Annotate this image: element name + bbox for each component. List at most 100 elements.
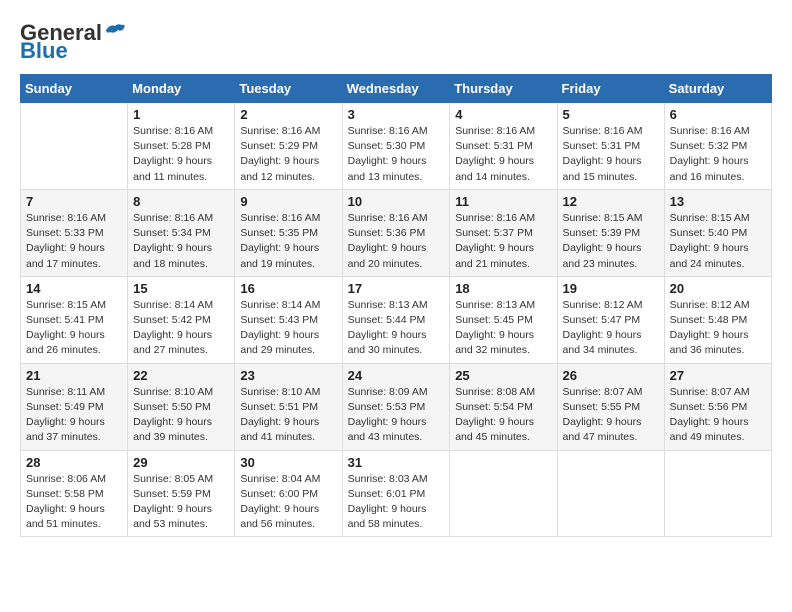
day-info: Sunrise: 8:16 AMSunset: 5:28 PMDaylight:… — [133, 124, 229, 185]
calendar-cell: 15 Sunrise: 8:14 AMSunset: 5:42 PMDayligh… — [128, 276, 235, 363]
logo-blue-text: Blue — [20, 38, 68, 64]
day-info: Sunrise: 8:11 AMSunset: 5:49 PMDaylight:… — [26, 385, 122, 446]
day-number: 2 — [240, 107, 336, 122]
day-number: 9 — [240, 194, 336, 209]
day-number: 8 — [133, 194, 229, 209]
calendar-week-row: 28Sunrise: 8:06 AMSunset: 5:58 PMDayligh… — [21, 450, 772, 537]
day-number: 5 — [563, 107, 659, 122]
day-info: Sunrise: 8:05 AMSunset: 5:59 PMDaylight:… — [133, 472, 229, 533]
day-info: Sunrise: 8:15 AMSunset: 5:39 PMDaylight:… — [563, 211, 659, 272]
day-info: Sunrise: 8:13 AMSunset: 5:45 PMDaylight:… — [455, 298, 551, 359]
day-number: 1 — [133, 107, 229, 122]
day-info: Sunrise: 8:14 AMSunset: 5:42 PMDaylight:… — [133, 298, 229, 359]
day-number: 13 — [670, 194, 766, 209]
day-number: 20 — [670, 281, 766, 296]
calendar-cell: 19 Sunrise: 8:12 AMSunset: 5:47 PMDayligh… — [557, 276, 664, 363]
calendar-cell: 1 Sunrise: 8:16 AMSunset: 5:28 PMDaylight… — [128, 103, 235, 190]
calendar-cell: 8 Sunrise: 8:16 AMSunset: 5:34 PMDaylight… — [128, 189, 235, 276]
day-number: 22 — [133, 368, 229, 383]
calendar-cell: 28Sunrise: 8:06 AMSunset: 5:58 PMDayligh… — [21, 450, 128, 537]
calendar-cell: 16Sunrise: 8:14 AMSunset: 5:43 PMDayligh… — [235, 276, 342, 363]
calendar-cell: 29 Sunrise: 8:05 AMSunset: 5:59 PMDayligh… — [128, 450, 235, 537]
weekday-header: Saturday — [664, 75, 771, 103]
day-number: 3 — [348, 107, 445, 122]
weekday-header: Friday — [557, 75, 664, 103]
day-info: Sunrise: 8:16 AMSunset: 5:31 PMDaylight:… — [455, 124, 551, 185]
calendar-cell: 2 Sunrise: 8:16 AMSunset: 5:29 PMDaylight… — [235, 103, 342, 190]
day-number: 25 — [455, 368, 551, 383]
calendar-table: SundayMondayTuesdayWednesdayThursdayFrid… — [20, 74, 772, 537]
weekday-header: Tuesday — [235, 75, 342, 103]
day-info: Sunrise: 8:08 AMSunset: 5:54 PMDaylight:… — [455, 385, 551, 446]
day-info: Sunrise: 8:13 AMSunset: 5:44 PMDaylight:… — [348, 298, 445, 359]
day-info: Sunrise: 8:04 AMSunset: 6:00 PMDaylight:… — [240, 472, 336, 533]
day-number: 17 — [348, 281, 445, 296]
day-info: Sunrise: 8:10 AMSunset: 5:51 PMDaylight:… — [240, 385, 336, 446]
day-info: Sunrise: 8:15 AMSunset: 5:41 PMDaylight:… — [26, 298, 122, 359]
calendar-cell: 23 Sunrise: 8:10 AMSunset: 5:51 PMDayligh… — [235, 363, 342, 450]
day-info: Sunrise: 8:16 AMSunset: 5:37 PMDaylight:… — [455, 211, 551, 272]
calendar-cell: 26Sunrise: 8:07 AMSunset: 5:55 PMDayligh… — [557, 363, 664, 450]
calendar-cell: 12Sunrise: 8:15 AMSunset: 5:39 PMDayligh… — [557, 189, 664, 276]
day-info: Sunrise: 8:09 AMSunset: 5:53 PMDaylight:… — [348, 385, 445, 446]
calendar-cell: 21 Sunrise: 8:11 AMSunset: 5:49 PMDayligh… — [21, 363, 128, 450]
day-number: 14 — [26, 281, 122, 296]
day-number: 18 — [455, 281, 551, 296]
day-number: 19 — [563, 281, 659, 296]
day-info: Sunrise: 8:12 AMSunset: 5:47 PMDaylight:… — [563, 298, 659, 359]
day-number: 16 — [240, 281, 336, 296]
calendar-cell — [450, 450, 557, 537]
day-info: Sunrise: 8:16 AMSunset: 5:35 PMDaylight:… — [240, 211, 336, 272]
day-number: 31 — [348, 455, 445, 470]
calendar-cell: 31 Sunrise: 8:03 AMSunset: 6:01 PMDayligh… — [342, 450, 450, 537]
day-info: Sunrise: 8:16 AMSunset: 5:34 PMDaylight:… — [133, 211, 229, 272]
calendar-cell: 17 Sunrise: 8:13 AMSunset: 5:44 PMDayligh… — [342, 276, 450, 363]
day-number: 23 — [240, 368, 336, 383]
calendar-cell: 4 Sunrise: 8:16 AMSunset: 5:31 PMDaylight… — [450, 103, 557, 190]
weekday-header: Sunday — [21, 75, 128, 103]
day-info: Sunrise: 8:03 AMSunset: 6:01 PMDaylight:… — [348, 472, 445, 533]
calendar-cell: 20 Sunrise: 8:12 AMSunset: 5:48 PMDayligh… — [664, 276, 771, 363]
day-info: Sunrise: 8:16 AMSunset: 5:32 PMDaylight:… — [670, 124, 766, 185]
calendar-cell — [557, 450, 664, 537]
calendar-cell: 10 Sunrise: 8:16 AMSunset: 5:36 PMDayligh… — [342, 189, 450, 276]
day-number: 6 — [670, 107, 766, 122]
day-number: 30 — [240, 455, 336, 470]
day-info: Sunrise: 8:15 AMSunset: 5:40 PMDaylight:… — [670, 211, 766, 272]
calendar-header-row: SundayMondayTuesdayWednesdayThursdayFrid… — [21, 75, 772, 103]
day-info: Sunrise: 8:06 AMSunset: 5:58 PMDaylight:… — [26, 472, 122, 533]
day-info: Sunrise: 8:12 AMSunset: 5:48 PMDaylight:… — [670, 298, 766, 359]
weekday-header: Wednesday — [342, 75, 450, 103]
calendar-cell: 30 Sunrise: 8:04 AMSunset: 6:00 PMDayligh… — [235, 450, 342, 537]
calendar-cell: 7 Sunrise: 8:16 AMSunset: 5:33 PMDaylight… — [21, 189, 128, 276]
logo: General Blue — [20, 20, 126, 64]
calendar-cell: 14 Sunrise: 8:15 AMSunset: 5:41 PMDayligh… — [21, 276, 128, 363]
day-number: 10 — [348, 194, 445, 209]
day-info: Sunrise: 8:16 AMSunset: 5:36 PMDaylight:… — [348, 211, 445, 272]
day-number: 7 — [26, 194, 122, 209]
day-info: Sunrise: 8:07 AMSunset: 5:56 PMDaylight:… — [670, 385, 766, 446]
day-info: Sunrise: 8:16 AMSunset: 5:30 PMDaylight:… — [348, 124, 445, 185]
calendar-cell — [21, 103, 128, 190]
calendar-cell: 25 Sunrise: 8:08 AMSunset: 5:54 PMDayligh… — [450, 363, 557, 450]
calendar-week-row: 7 Sunrise: 8:16 AMSunset: 5:33 PMDaylight… — [21, 189, 772, 276]
calendar-cell: 5 Sunrise: 8:16 AMSunset: 5:31 PMDaylight… — [557, 103, 664, 190]
day-number: 21 — [26, 368, 122, 383]
calendar-cell: 6 Sunrise: 8:16 AMSunset: 5:32 PMDaylight… — [664, 103, 771, 190]
day-info: Sunrise: 8:07 AMSunset: 5:55 PMDaylight:… — [563, 385, 659, 446]
day-info: Sunrise: 8:16 AMSunset: 5:29 PMDaylight:… — [240, 124, 336, 185]
calendar-cell: 27 Sunrise: 8:07 AMSunset: 5:56 PMDayligh… — [664, 363, 771, 450]
day-number: 27 — [670, 368, 766, 383]
day-info: Sunrise: 8:16 AMSunset: 5:31 PMDaylight:… — [563, 124, 659, 185]
weekday-header: Thursday — [450, 75, 557, 103]
calendar-cell: 18 Sunrise: 8:13 AMSunset: 5:45 PMDayligh… — [450, 276, 557, 363]
day-number: 4 — [455, 107, 551, 122]
calendar-week-row: 1 Sunrise: 8:16 AMSunset: 5:28 PMDaylight… — [21, 103, 772, 190]
calendar-week-row: 14 Sunrise: 8:15 AMSunset: 5:41 PMDayligh… — [21, 276, 772, 363]
calendar-cell: 3 Sunrise: 8:16 AMSunset: 5:30 PMDaylight… — [342, 103, 450, 190]
weekday-header: Monday — [128, 75, 235, 103]
day-number: 15 — [133, 281, 229, 296]
day-info: Sunrise: 8:16 AMSunset: 5:33 PMDaylight:… — [26, 211, 122, 272]
logo-bird-icon — [104, 22, 126, 38]
day-number: 29 — [133, 455, 229, 470]
